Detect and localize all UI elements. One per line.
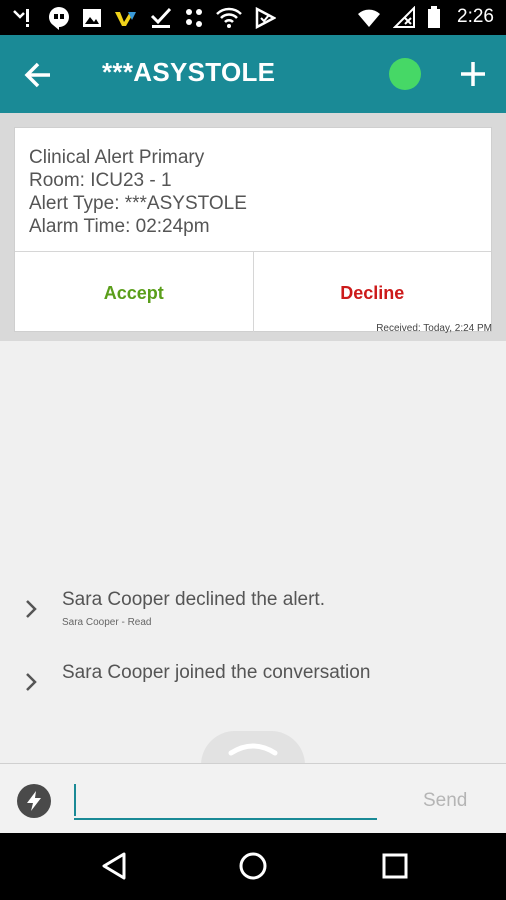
navigation-bar [0, 833, 506, 900]
alert-type: Alert Type: ***ASYSTOLE [29, 193, 247, 214]
message-read-status: Sara Cooper - Read [62, 617, 152, 628]
app-bar: ***ASYSTOLE [0, 35, 506, 113]
compose-bar: Send [0, 763, 506, 834]
accept-button[interactable]: Accept [15, 252, 254, 332]
missed-call-icon [13, 9, 29, 27]
image-icon [83, 9, 101, 27]
presence-status-indicator [389, 58, 421, 90]
alert-category: Clinical Alert Primary [29, 147, 205, 168]
home-circle-icon[interactable] [238, 851, 268, 881]
decline-button[interactable]: Decline [254, 252, 492, 332]
vimeo-icon [115, 12, 136, 26]
message-text: Sara Cooper declined the alert. [62, 589, 325, 610]
quick-actions-button[interactable] [17, 784, 51, 818]
alarm-time: Alarm Time: 02:24pm [29, 216, 210, 237]
notification-icons [12, 6, 276, 30]
back-arrow-icon[interactable] [20, 57, 56, 93]
alert-actions: Accept Decline [15, 251, 491, 332]
message-text: Sara Cooper joined the conversation [62, 662, 371, 683]
status-bar: 2:26 [0, 0, 506, 35]
alert-details: Clinical Alert Primary Room: ICU23 - 1 A… [29, 146, 247, 238]
back-triangle-icon[interactable] [100, 851, 128, 881]
chevron-right-icon[interactable] [24, 599, 38, 619]
hangouts-icon [49, 7, 69, 30]
battery-icon [428, 6, 441, 28]
received-timestamp: Received: Today, 2:24 PM [376, 323, 492, 334]
chevron-right-icon[interactable] [24, 672, 38, 692]
text-cursor [74, 784, 76, 816]
add-icon[interactable] [456, 57, 490, 91]
clock: 2:26 [457, 6, 494, 27]
recents-square-icon[interactable] [381, 851, 409, 881]
dots-icon [186, 9, 202, 27]
page-title: ***ASYSTOLE [102, 57, 276, 87]
lightning-bolt-icon [27, 791, 41, 811]
system-icons: 2:26 [357, 6, 494, 28]
no-sim-icon [393, 6, 416, 28]
signal-icon [358, 9, 381, 27]
wifi-icon [216, 7, 242, 28]
tasker-icon [255, 7, 276, 29]
send-button[interactable]: Send [423, 790, 467, 812]
alert-panel: Clinical Alert Primary Room: ICU23 - 1 A… [0, 113, 506, 341]
conversation-list: Sara Cooper declined the alert. Sara Coo… [0, 341, 506, 763]
swipe-handle-icon [228, 743, 278, 756]
alert-room: Room: ICU23 - 1 [29, 170, 172, 191]
alert-card: Clinical Alert Primary Room: ICU23 - 1 A… [14, 127, 492, 332]
swipe-up-handle[interactable] [201, 731, 305, 765]
message-input[interactable] [74, 778, 377, 820]
checkmark-icon [150, 7, 172, 28]
